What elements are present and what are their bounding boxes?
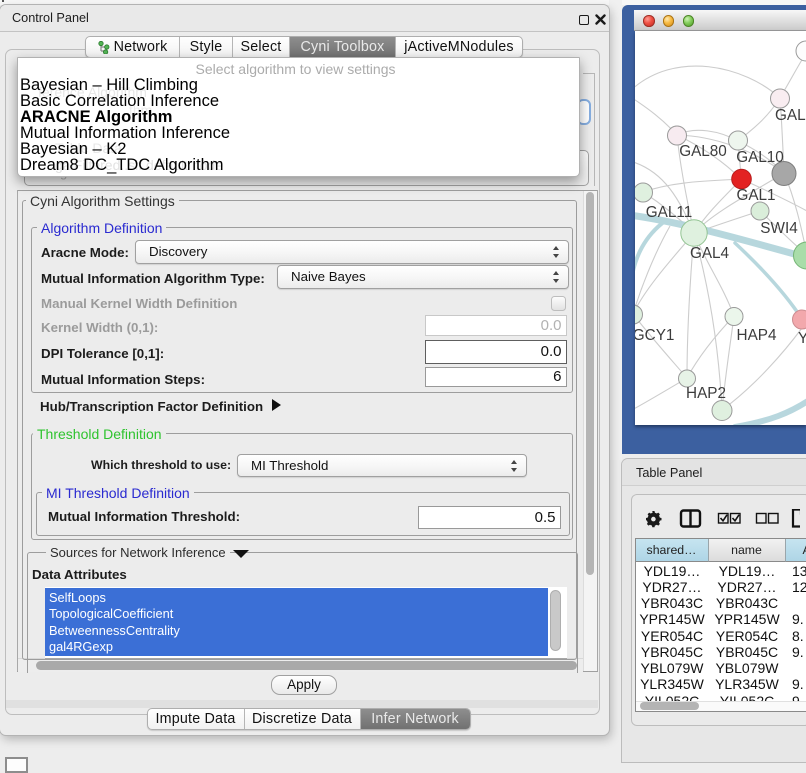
svg-text:GAL80: GAL80 <box>679 143 727 160</box>
svg-text:GAL11: GAL11 <box>645 204 692 221</box>
svg-text:YM: YM <box>798 330 806 347</box>
svg-text:HAP2: HAP2 <box>686 385 726 402</box>
svg-text:HAP4: HAP4 <box>736 327 776 344</box>
svg-text:GAL7: GAL7 <box>775 107 806 124</box>
svg-text:SWI4: SWI4 <box>760 220 798 237</box>
svg-text:GAL1: GAL1 <box>736 187 775 204</box>
svg-text:GCY1: GCY1 <box>635 327 674 344</box>
svg-text:GAL10: GAL10 <box>736 149 784 166</box>
svg-text:GAL4: GAL4 <box>689 245 729 262</box>
